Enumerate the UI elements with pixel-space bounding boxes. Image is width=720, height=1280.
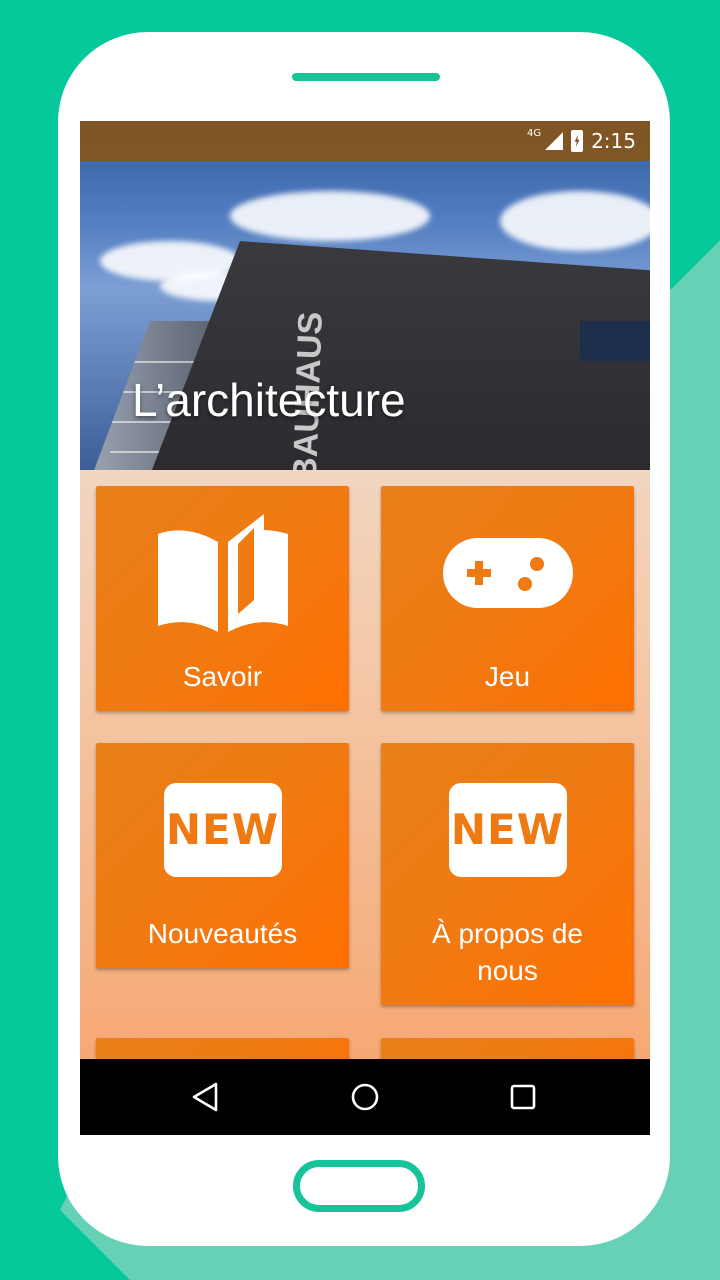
new-badge-icon: NEW <box>448 783 567 877</box>
signal-icon <box>545 132 564 150</box>
tile-jeu[interactable]: Jeu <box>381 486 634 711</box>
tile-savoir[interactable]: Savoir <box>96 486 349 711</box>
status-time: 2:15 <box>591 129 636 153</box>
back-icon[interactable] <box>190 1081 222 1113</box>
tile-label-line2: nous <box>477 955 538 986</box>
cloud <box>230 191 430 241</box>
tile-nouveautes[interactable]: NEW Nouveautés <box>96 743 349 968</box>
recents-icon[interactable] <box>507 1081 539 1113</box>
tile-label-line1: À propos de <box>432 918 583 949</box>
cloud <box>500 191 650 251</box>
home-icon[interactable] <box>349 1081 381 1113</box>
hero-banner: BAUHAUS 4G 2:15 L’architecture <box>80 121 650 470</box>
tile-a-propos[interactable]: NEW À propos de nous <box>381 743 634 1005</box>
gamepad-icon <box>442 538 573 608</box>
speaker-grille <box>292 73 440 81</box>
tile-label: Jeu <box>484 661 531 692</box>
page-title: L’architecture <box>132 374 406 426</box>
navigation-bar <box>80 1059 650 1135</box>
building-window <box>580 321 650 361</box>
hardware-home-button[interactable] <box>293 1160 425 1212</box>
app-screen: BAUHAUS 4G 2:15 L’architecture Savoir <box>80 121 650 1135</box>
network-type: 4G <box>526 127 542 139</box>
battery-charging-icon <box>571 130 584 152</box>
new-badge-icon: NEW <box>163 783 282 877</box>
open-book-icon <box>157 514 288 632</box>
tile-label: Savoir <box>182 661 263 692</box>
status-bar: 4G 2:15 <box>80 121 650 161</box>
tile-label: Nouveautés <box>147 918 298 949</box>
